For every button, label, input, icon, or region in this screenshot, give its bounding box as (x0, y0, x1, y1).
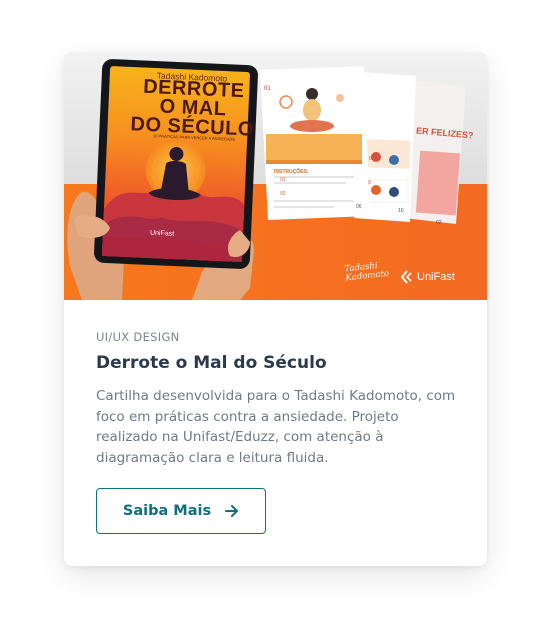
page-number: 10 (398, 208, 404, 214)
page-number: 02 (436, 220, 442, 226)
page-number: 9 (368, 180, 371, 186)
instructions-label: INSTRUÇÕES: (274, 169, 309, 175)
project-card: Tadashi Kadomoto DERROTE O MAL DO SÉCULO… (64, 52, 487, 566)
page-number: 01 (264, 86, 271, 92)
button-label: Saiba Mais (122, 503, 212, 519)
card-description: Cartilha desenvolvida para o Tadashi Kad… (96, 388, 456, 466)
instruction-item: 01 (280, 177, 286, 183)
unifast-logo: UniFast (400, 270, 455, 284)
card-title: Derrote o Mal do Século (96, 353, 327, 373)
cover-title: DERROTE O MAL DO SÉCULO (130, 75, 255, 141)
category-label: UI/UX DESIGN (96, 330, 180, 344)
saiba-mais-button[interactable]: Saiba Mais (96, 488, 266, 534)
logo-text: UniFast (417, 271, 455, 283)
page-number: 06 (356, 204, 362, 210)
instruction-item: 02 (280, 191, 286, 197)
unifast-logo-icon (400, 270, 412, 284)
project-thumbnail: Tadashi Kadomoto DERROTE O MAL DO SÉCULO… (64, 52, 487, 300)
arrow-right-icon (225, 504, 239, 518)
page-number: 03 (369, 156, 375, 162)
